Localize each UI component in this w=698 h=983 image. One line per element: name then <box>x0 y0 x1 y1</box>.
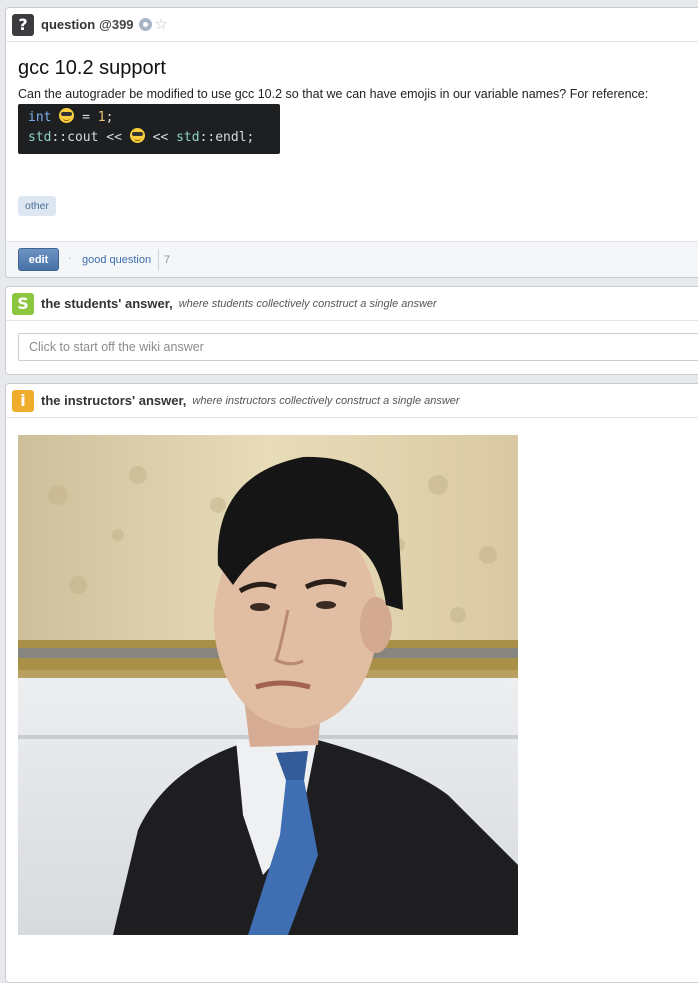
instructors-answer-card: i the instructors' answer, where instruc… <box>5 383 698 983</box>
star-icon[interactable]: ☆ <box>155 17 168 32</box>
students-answer-header: S the students' answer, where students c… <box>6 287 698 321</box>
students-answer-subtitle: where students collectively construct a … <box>178 297 437 310</box>
code-text: ; <box>105 110 114 125</box>
sunglasses-emoji-icon <box>59 108 75 123</box>
folder-tag-other[interactable]: other <box>18 196 56 216</box>
instructor-badge-icon: i <box>12 389 34 412</box>
students-answer-title: the students' answer, <box>41 296 173 311</box>
code-text: ::cout << <box>51 130 130 145</box>
instructors-answer-title: the instructors' answer, <box>41 393 187 408</box>
code-text: = <box>74 110 98 125</box>
instructors-answer-header: i the instructors' answer, where instruc… <box>6 384 698 418</box>
edit-button[interactable]: edit <box>18 248 59 271</box>
watch-eye-icon[interactable] <box>138 18 152 31</box>
instructors-answer-subtitle: where instructors collectively construct… <box>192 394 460 407</box>
divider <box>158 249 159 271</box>
student-badge-icon: S <box>12 292 34 315</box>
sunglasses-emoji-icon <box>129 128 145 143</box>
question-title: gcc 10.2 support <box>18 57 166 79</box>
question-number: @399 <box>99 17 134 32</box>
code-text: << <box>144 130 177 145</box>
separator-dot: · <box>68 253 72 264</box>
code-line-1: int = 1; <box>28 108 270 128</box>
good-question-link[interactable]: good question <box>82 254 151 266</box>
code-namespace: std <box>176 130 200 145</box>
code-block: int = 1; std::cout << << std::endl; <box>18 104 280 154</box>
question-label: question <box>41 17 96 32</box>
good-question-count: 7 <box>164 254 171 266</box>
code-number: 1 <box>97 110 106 125</box>
photo-illustration <box>18 435 518 935</box>
question-card: ? question @399 ☆ gcc 10.2 support Can t… <box>5 7 698 278</box>
question-mark-icon: ? <box>12 13 34 36</box>
code-namespace: std <box>28 130 52 145</box>
question-footer: edit · good question 7 <box>6 241 698 277</box>
code-text: ::endl; <box>199 130 255 145</box>
question-body: Can the autograder be modified to use gc… <box>18 87 649 101</box>
students-answer-card: S the students' answer, where students c… <box>5 286 698 375</box>
wiki-answer-input[interactable]: Click to start off the wiki answer <box>18 333 698 361</box>
code-line-2: std::cout << << std::endl; <box>28 128 270 148</box>
answer-photo <box>18 435 518 935</box>
code-keyword: int <box>28 110 52 125</box>
question-header: ? question @399 ☆ <box>6 8 698 42</box>
